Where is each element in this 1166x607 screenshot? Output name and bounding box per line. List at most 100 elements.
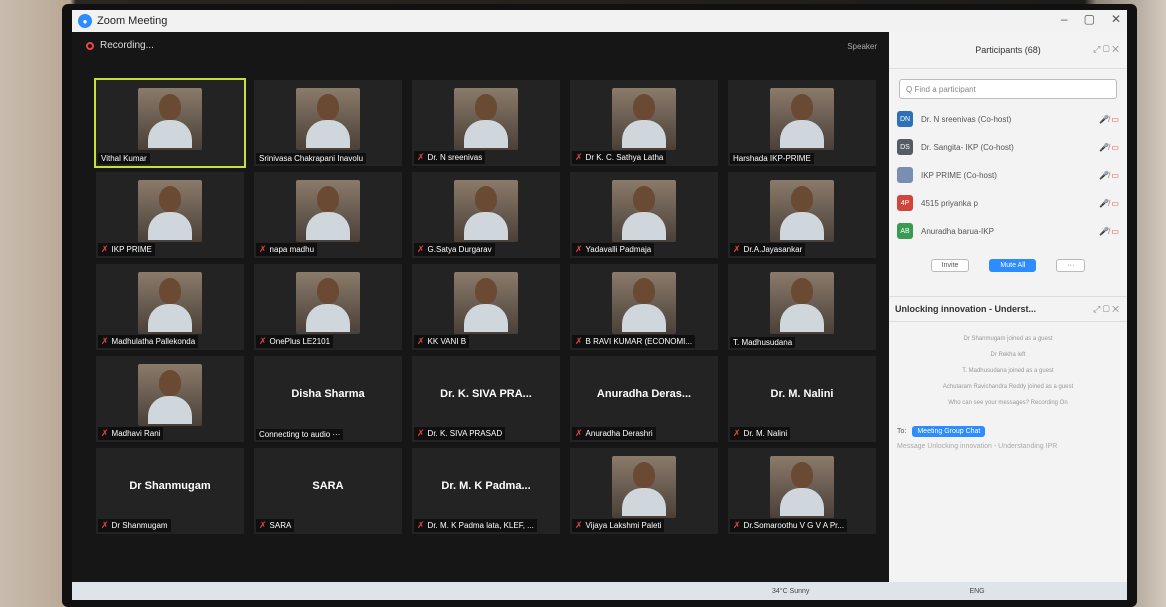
participant-head xyxy=(159,370,181,396)
participant-name: Dr. Sangita- IKP (Co-host) xyxy=(921,142,1014,152)
participant-media-icon[interactable]: 🎤̸ ▭ xyxy=(1099,115,1119,124)
participant-row[interactable]: DN Dr. N sreenivas (Co-host) 🎤̸ ▭ xyxy=(889,105,1127,133)
video-tile[interactable]: ✗ napa madhu xyxy=(254,172,402,258)
participant-row[interactable]: DS Dr. Sangita- IKP (Co-host) 🎤̸ ▭ xyxy=(889,133,1127,161)
video-tile[interactable]: ✗ Dr.Somaroothu V G V A Pr... xyxy=(728,448,876,534)
tile-display-name: Anuradha Deras... xyxy=(596,388,692,400)
participant-body xyxy=(780,120,824,148)
muted-mic-icon: ✗ xyxy=(575,428,583,438)
video-tile[interactable]: ✗ Yadavalli Padmaja xyxy=(570,172,718,258)
video-tile[interactable]: ✗ G.Satya Durgarav xyxy=(412,172,560,258)
chat-message: T. Madhusudana joined as a guest xyxy=(962,368,1054,374)
video-tile[interactable]: SARA ✗ SARA xyxy=(254,448,402,534)
invite-button[interactable]: Invite xyxy=(930,259,970,272)
video-tile[interactable]: ✗ Dr K. C. Sathya Latha xyxy=(570,80,718,166)
popout-icon[interactable]: ⤢ ▢ ✕ xyxy=(1093,44,1119,55)
chat-header: Unlocking innovation - Underst... ⤢ ▢ ✕ xyxy=(889,296,1127,322)
video-tile[interactable]: Dr Shanmugam ✗ Dr Shanmugam xyxy=(96,448,244,534)
tile-name-label: Connecting to audio ··· xyxy=(256,429,344,440)
video-tile[interactable]: ✗ KK VANI B xyxy=(412,264,560,350)
video-tile[interactable]: ✗ IKP PRIME xyxy=(96,172,244,258)
video-tile[interactable]: ✗ OnePlus LE2101 xyxy=(254,264,402,350)
zoom-logo-icon: ● xyxy=(78,14,92,28)
participant-row[interactable]: IKP PRIME (Co-host) 🎤̸ ▭ xyxy=(889,161,1127,189)
recording-indicator[interactable]: Recording... xyxy=(86,40,154,51)
participant-body xyxy=(148,120,192,148)
participant-head xyxy=(791,278,813,304)
tile-name-label: ✗ G.Satya Durgarav xyxy=(414,243,495,256)
muted-mic-icon: ✗ xyxy=(259,244,267,254)
maximize-icon[interactable]: ▢ xyxy=(1084,12,1095,26)
view-toggle[interactable]: Speaker xyxy=(847,42,877,51)
participant-head xyxy=(633,186,655,212)
video-tile[interactable]: Disha Sharma Connecting to audio ··· xyxy=(254,356,402,442)
tile-display-name: Dr. M. Nalini xyxy=(770,388,834,400)
mute-all-button[interactable]: Mute All xyxy=(989,259,1037,272)
recipient-selector[interactable]: Meeting Group Chat xyxy=(912,426,986,437)
tile-name-label: ✗ Vijaya Lakshmi Paleti xyxy=(572,519,665,532)
participant-media-icon[interactable]: 🎤̸ ▭ xyxy=(1099,227,1119,236)
tile-name-label: ✗ OnePlus LE2101 xyxy=(256,335,334,348)
video-tile[interactable]: Vithal Kumar xyxy=(94,78,246,168)
participant-media-icon[interactable]: 🎤̸ ▭ xyxy=(1099,199,1119,208)
video-tile[interactable]: ✗ Dr.A.Jayasankar xyxy=(728,172,876,258)
language-indicator[interactable]: ENG xyxy=(969,588,984,595)
video-tile[interactable]: ✗ Madhulatha Pallekonda xyxy=(96,264,244,350)
participant-name: IKP PRIME (Co-host) xyxy=(921,170,997,180)
participant-media-icon[interactable]: 🎤̸ ▭ xyxy=(1099,143,1119,152)
chat-input[interactable]: Message Unlocking innovation - Understan… xyxy=(889,437,1127,456)
avatar: 4P xyxy=(897,195,913,211)
video-tile[interactable]: T. Madhusudana xyxy=(728,264,876,350)
weather-widget[interactable]: 34°C Sunny xyxy=(772,588,809,595)
participant-name: Anuradha barua-IKP xyxy=(921,226,994,236)
video-tile[interactable]: ✗ Madhavi Rani xyxy=(96,356,244,442)
window-titlebar: ● Zoom Meeting – ▢ ✕ xyxy=(72,10,1127,32)
chat-message: Achutaram Ravichandra Reddy joined as a … xyxy=(942,384,1074,390)
tile-display-name: Dr Shanmugam xyxy=(129,480,211,492)
participant-body xyxy=(464,120,508,148)
participant-name: 4515 priyanka p xyxy=(921,198,978,208)
tile-name: Connecting to audio ··· xyxy=(259,430,341,439)
video-tile[interactable]: ✗ Dr. N sreenivas xyxy=(412,80,560,166)
video-tile[interactable]: Dr. M. Nalini ✗ Dr. M. Nalini xyxy=(728,356,876,442)
more-button[interactable]: ··· xyxy=(1056,259,1086,272)
tile-name-label: ✗ IKP PRIME xyxy=(98,243,155,256)
minimize-icon[interactable]: – xyxy=(1061,12,1068,26)
close-icon[interactable]: ✕ xyxy=(1111,12,1121,26)
muted-mic-icon: ✗ xyxy=(101,244,109,254)
muted-mic-icon: ✗ xyxy=(259,520,267,530)
tile-name: napa madhu xyxy=(269,245,315,254)
participant-body xyxy=(622,488,666,516)
muted-mic-icon: ✗ xyxy=(101,336,109,346)
muted-mic-icon: ✗ xyxy=(417,520,425,530)
muted-mic-icon: ✗ xyxy=(417,244,425,254)
tile-name-label: Srinivasa Chakrapani Inavolu xyxy=(256,153,367,164)
chat-window-icons[interactable]: ⤢ ▢ ✕ xyxy=(1093,304,1119,315)
chat-message: Dr Rekha left xyxy=(990,352,1026,358)
video-tile[interactable]: Anuradha Deras... ✗ Anuradha Derashri xyxy=(570,356,718,442)
video-tile[interactable]: Srinivasa Chakrapani Inavolu xyxy=(254,80,402,166)
tile-name-label: ✗ Madhavi Rani xyxy=(98,427,164,440)
tile-name: SARA xyxy=(269,521,292,530)
video-tile[interactable]: ✗ Vijaya Lakshmi Paleti xyxy=(570,448,718,534)
video-tile[interactable]: Harshada IKP-PRIME xyxy=(728,80,876,166)
chat-message: Dr Shanmugam joined as a guest xyxy=(963,336,1053,342)
tile-name-label: ✗ Dr. K. SIVA PRASAD xyxy=(414,427,506,440)
participant-row[interactable]: AB Anuradha barua-IKP 🎤̸ ▭ xyxy=(889,217,1127,245)
video-tile[interactable]: Dr. M. K Padma... ✗ Dr. M. K Padma lata, K… xyxy=(412,448,560,534)
tile-name-label: ✗ Dr. M. K Padma lata, KLEF, ... xyxy=(414,519,537,532)
video-tile[interactable]: ✗ B RAVI KUMAR (ECONOMI... xyxy=(570,264,718,350)
muted-mic-icon: ✗ xyxy=(575,520,583,530)
participant-row[interactable]: 4P 4515 priyanka p 🎤̸ ▭ xyxy=(889,189,1127,217)
tile-name: Madhulatha Pallekonda xyxy=(111,337,196,346)
participant-body xyxy=(464,304,508,332)
participant-list: DN Dr. N sreenivas (Co-host) 🎤̸ ▭ DS Dr. San… xyxy=(889,105,1127,245)
participant-media-icon[interactable]: 🎤̸ ▭ xyxy=(1099,171,1119,180)
participant-head xyxy=(791,186,813,212)
tile-name: T. Madhusudana xyxy=(733,338,793,347)
participant-head xyxy=(317,186,339,212)
video-tile[interactable]: Dr. K. SIVA PRA... ✗ Dr. K. SIVA PRASAD xyxy=(412,356,560,442)
participant-name: Dr. N sreenivas (Co-host) xyxy=(921,114,1012,124)
tile-name: Dr. M. Nalini xyxy=(743,429,788,438)
participant-search-input[interactable]: Q Find a participant xyxy=(899,79,1117,99)
